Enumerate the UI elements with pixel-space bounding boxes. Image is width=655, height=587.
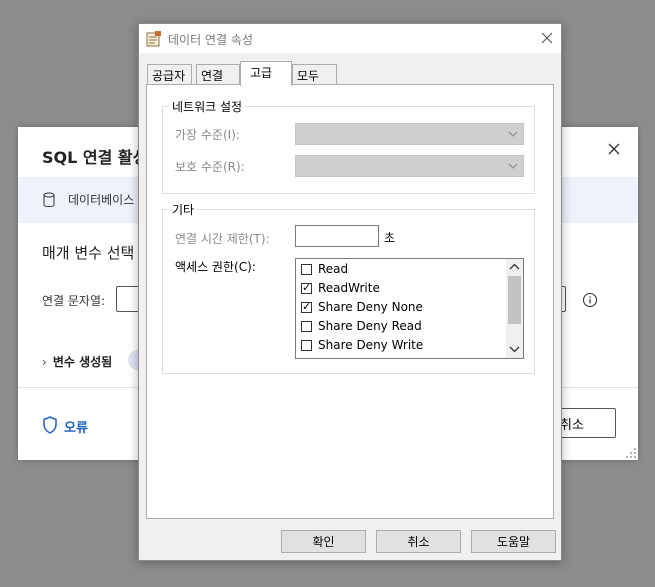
checkbox[interactable]	[301, 263, 312, 275]
tab-all-label: 모두	[297, 69, 320, 83]
impersonation-level-select[interactable]	[295, 123, 524, 145]
sql-dialog-title: SQL 연결 활성	[42, 148, 148, 167]
chevron-down-icon[interactable]	[509, 345, 520, 353]
checkbox[interactable]	[301, 320, 312, 332]
close-icon[interactable]	[539, 30, 555, 46]
check-icon: ✓	[302, 299, 312, 313]
chevron-down-icon	[508, 163, 518, 169]
tab-connection[interactable]: 연결	[196, 64, 240, 84]
connection-string-label: 연결 문자열:	[42, 294, 106, 308]
info-icon[interactable]	[582, 292, 598, 308]
title-bar[interactable]: 데이터 연결 속성	[139, 24, 561, 53]
parameters-heading: 매개 변수 선택	[42, 244, 135, 262]
access-permissions-label: 액세스 권한(C):	[175, 260, 256, 274]
checkbox[interactable]	[301, 339, 312, 351]
tab-all[interactable]: 모두	[292, 64, 337, 84]
list-scrollbar[interactable]	[506, 259, 523, 358]
impersonation-level-label: 가장 수준(I):	[175, 128, 240, 142]
help-button-label: 도움말	[496, 535, 531, 549]
connect-timeout-label: 연결 시간 제한(T):	[175, 232, 270, 246]
error-link[interactable]: 오류	[64, 417, 88, 436]
tab-advanced[interactable]: 고급	[240, 61, 292, 86]
checkbox-checked[interactable]: ✓	[301, 280, 312, 294]
advanced-tab-panel: 네트워크 설정 가장 수준(I): 보호 수준(R): 기타 연결 시간 제한(…	[146, 84, 554, 519]
banner-text: 데이터베이스	[68, 193, 135, 207]
other-settings-group: 기타 연결 시간 제한(T): 초 액세스 권한(C): Read ✓ Read…	[162, 201, 535, 374]
network-settings-title: 네트워크 설정	[169, 98, 246, 115]
data-link-icon	[146, 31, 161, 47]
bg-cancel-button[interactable]: 취소	[558, 408, 616, 438]
protection-level-label: 보호 수준(R):	[175, 160, 245, 174]
bg-cancel-label: 취소	[560, 417, 584, 433]
cancel-button-label: 취소	[407, 535, 430, 549]
cancel-button[interactable]: 취소	[376, 530, 461, 553]
tab-provider-label: 공급자	[152, 69, 186, 83]
list-item-label: Share Deny Read	[318, 319, 422, 333]
chevron-up-icon[interactable]	[509, 263, 520, 271]
connect-timeout-input[interactable]	[295, 225, 379, 247]
help-button[interactable]: 도움말	[471, 530, 556, 553]
chevron-down-icon	[508, 131, 518, 137]
shield-icon	[43, 416, 57, 434]
resize-grip-icon[interactable]	[626, 448, 636, 458]
protection-level-select[interactable]	[295, 155, 524, 177]
data-link-properties-dialog: 데이터 연결 속성 공급자 연결 고급 모두 네트워크 설정 가장 수준(I):…	[138, 23, 562, 561]
seconds-unit-label: 초	[384, 231, 396, 245]
tab-connection-label: 연결	[201, 69, 224, 83]
list-item[interactable]: Share Deny Read	[301, 317, 422, 335]
list-item-label: Read	[318, 262, 349, 276]
list-item[interactable]: ✓ ReadWrite	[301, 279, 380, 297]
variables-expander[interactable]: › 변수 생성됨	[42, 353, 112, 370]
ok-button[interactable]: 확인	[281, 530, 366, 553]
list-item[interactable]: ✓ Share Deny None	[301, 298, 423, 316]
list-item[interactable]: Share Deny Write	[301, 336, 423, 354]
variables-label: 변수 생성됨	[52, 355, 113, 369]
check-icon: ✓	[302, 280, 312, 294]
tab-advanced-label: 고급	[250, 66, 273, 80]
other-settings-title: 기타	[169, 201, 198, 218]
list-item[interactable]: Read	[301, 260, 348, 278]
list-item-label: Share Deny Write	[318, 338, 424, 352]
dialog-title: 데이터 연결 속성	[168, 33, 253, 47]
chevron-right-icon: ›	[42, 355, 47, 369]
access-permissions-list[interactable]: Read ✓ ReadWrite ✓ Share Deny None Share…	[295, 258, 524, 359]
checkbox-checked[interactable]: ✓	[301, 299, 312, 313]
database-icon	[43, 192, 55, 207]
ok-button-label: 확인	[312, 535, 335, 549]
scroll-thumb[interactable]	[508, 276, 521, 324]
list-item-label: Share Deny None	[318, 300, 423, 314]
network-settings-group: 네트워크 설정 가장 수준(I): 보호 수준(R):	[162, 98, 535, 194]
tab-provider[interactable]: 공급자	[147, 64, 192, 84]
close-icon[interactable]	[606, 141, 622, 157]
list-item-label: ReadWrite	[318, 281, 380, 295]
